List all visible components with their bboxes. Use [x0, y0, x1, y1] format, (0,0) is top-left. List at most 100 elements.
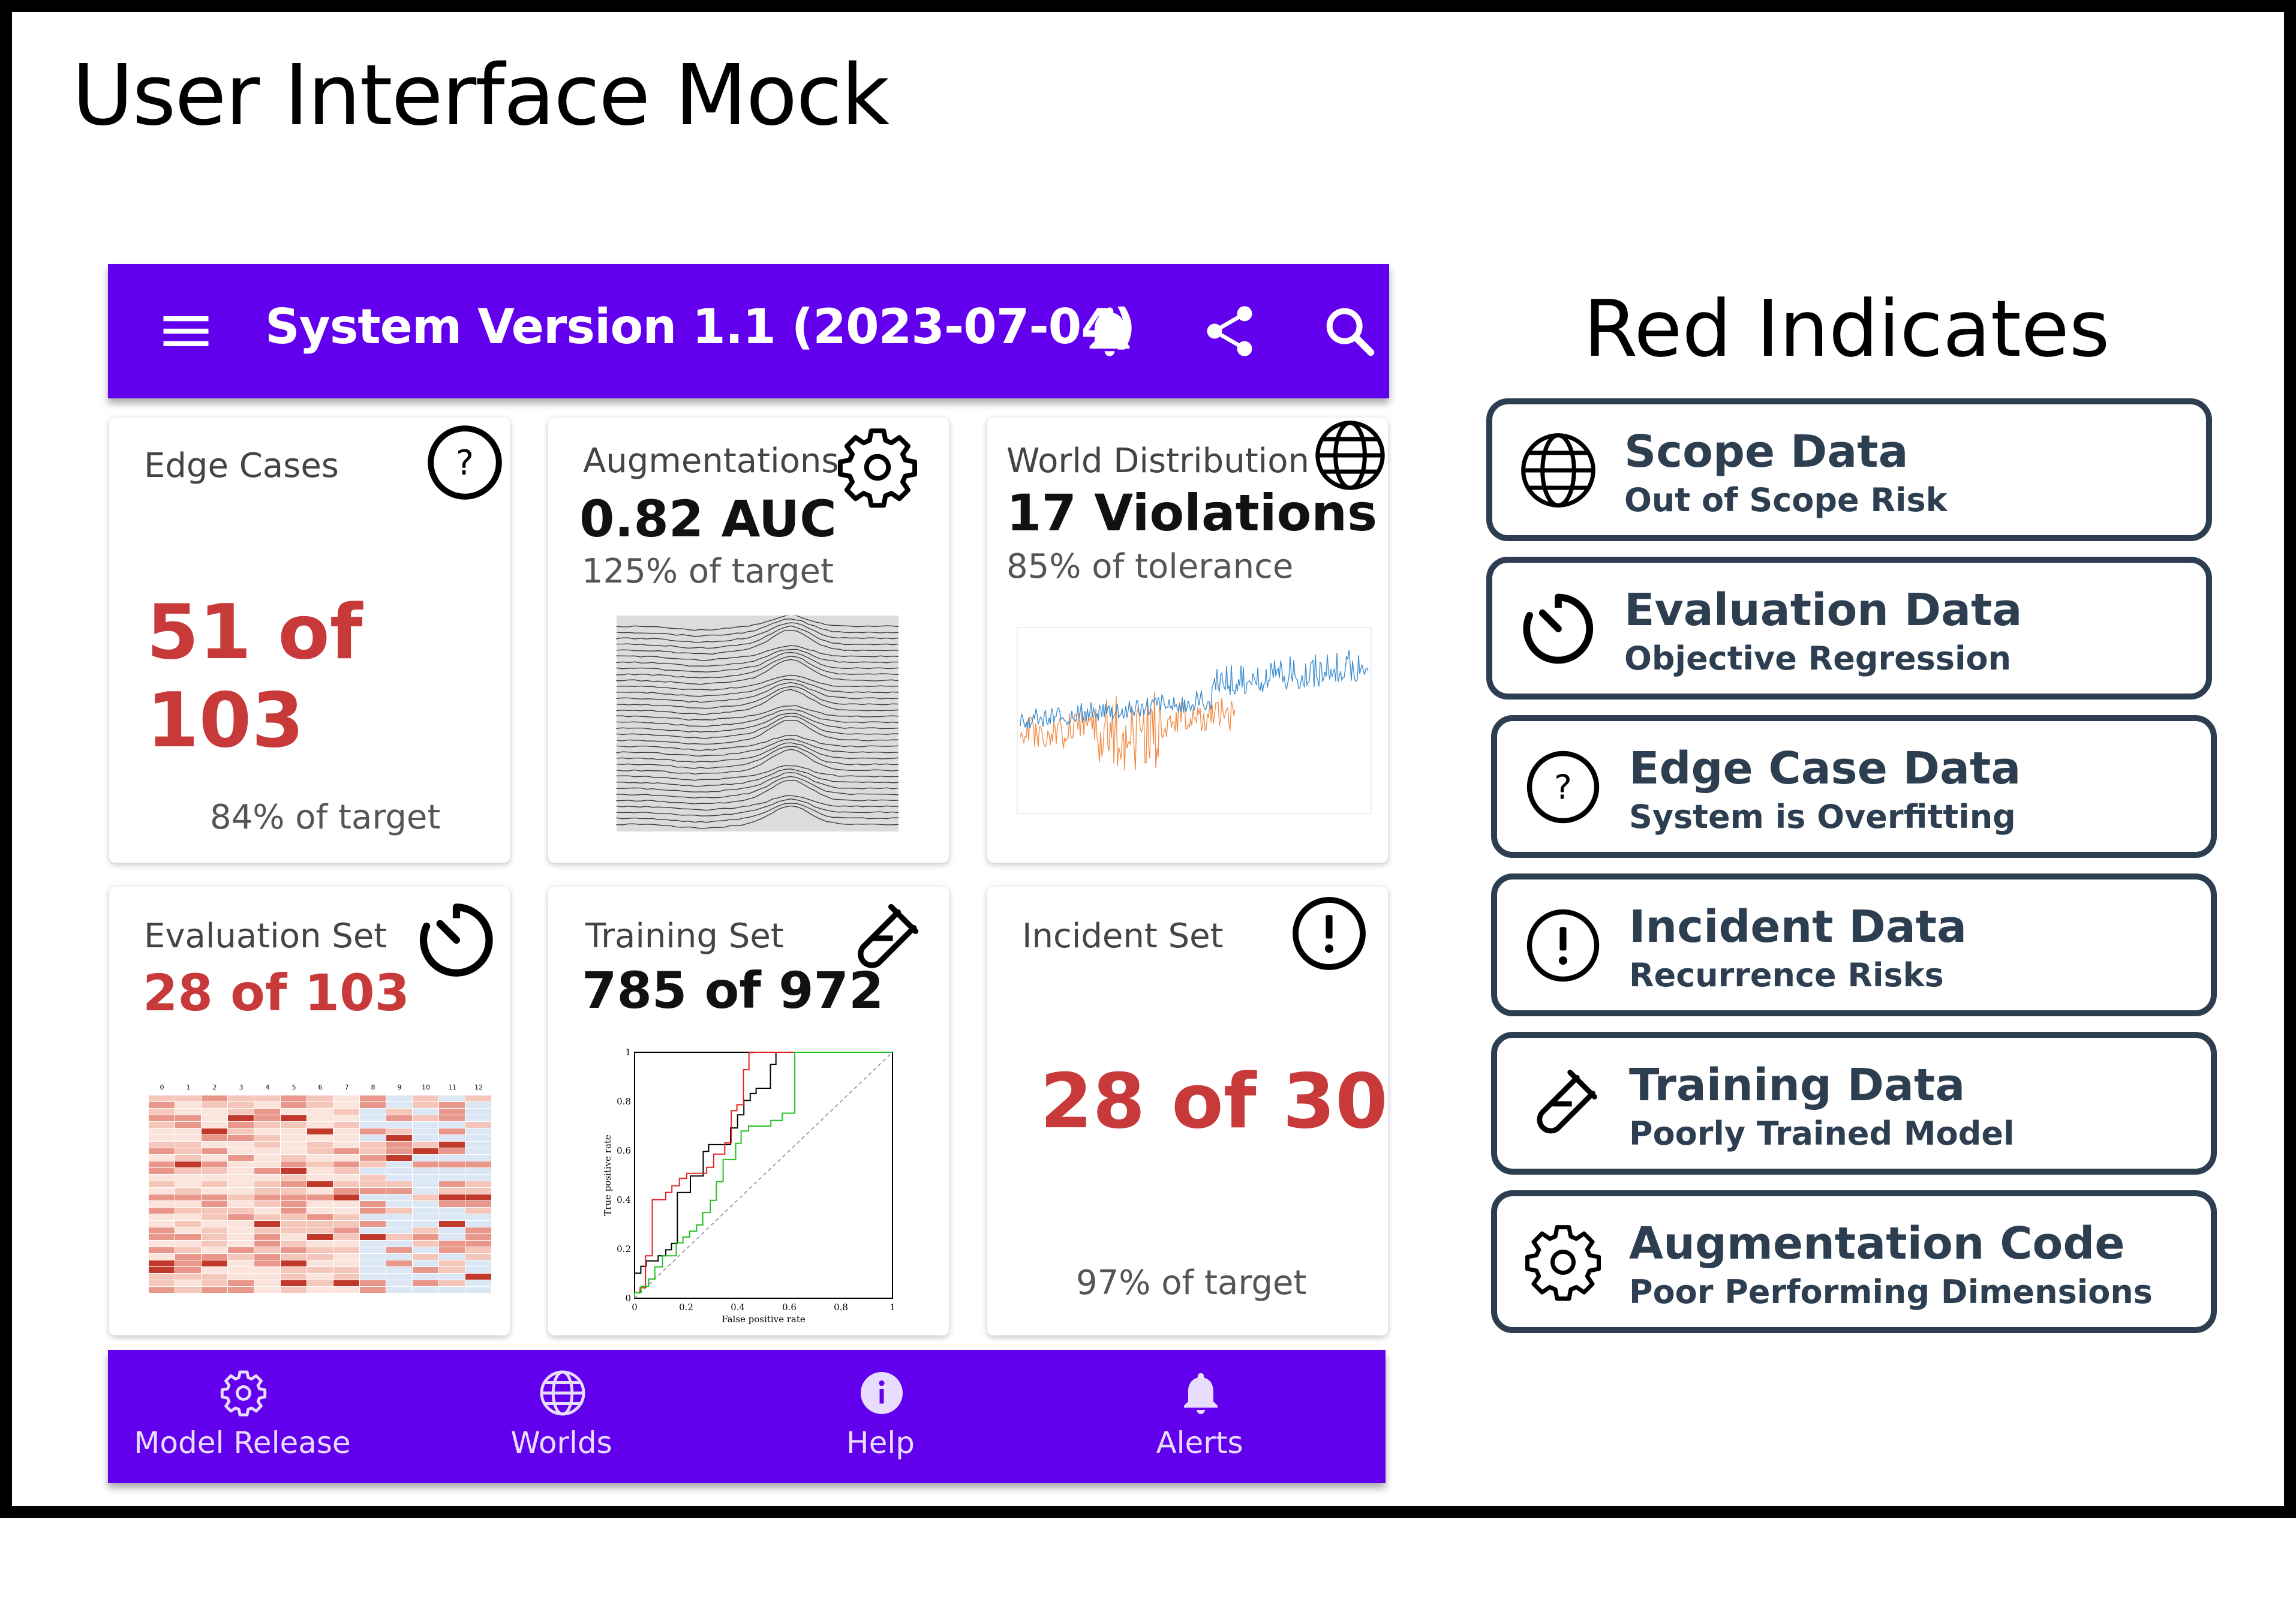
column-label: 11 [448, 1083, 456, 1091]
heatmap-cell [281, 1287, 306, 1293]
heatmap-cell [307, 1115, 333, 1121]
heatmap-cell [307, 1280, 333, 1286]
nav-item-alerts[interactable]: Alerts [1080, 1350, 1320, 1483]
heatmap-cell [254, 1260, 280, 1266]
heatmap-cell [360, 1287, 386, 1293]
test-tube-icon [1537, 1070, 1597, 1134]
heatmap-cell [413, 1201, 438, 1207]
card-label: Augmentations [583, 442, 839, 481]
menu-icon[interactable] [156, 301, 216, 361]
heatmap-cell [465, 1122, 491, 1128]
heatmap-cell [175, 1135, 201, 1141]
heatmap-cell [386, 1181, 412, 1187]
roc-chart: 00 0.2 0.2 0.4 0.4 0.6 0.6 0.8 0.8 1 1 False positi… [602, 1047, 895, 1325]
column-label: 0 [160, 1083, 164, 1091]
heatmap-cell [413, 1115, 438, 1121]
heatmap-cell [307, 1194, 333, 1200]
edge-cases-card[interactable]: Edge Cases ? 51 of 103 84% of target [109, 418, 510, 863]
training-set-card[interactable]: Training Set 785 of 972 0 0 0.2 0.2 0.4 0.4 0.… [548, 887, 949, 1335]
heatmap-cell [307, 1287, 333, 1293]
heatmap-cell [333, 1221, 359, 1227]
heatmap-cell [228, 1122, 254, 1128]
heatmap-cell [439, 1260, 465, 1266]
heatmap-cell [202, 1148, 227, 1154]
heatmap-cell [360, 1168, 386, 1174]
heatmap-cell [149, 1260, 175, 1266]
legend-heading: Incident Data [1629, 901, 1967, 953]
heatmap-cell [228, 1181, 254, 1187]
incident-set-card[interactable]: Incident Set 28 of 30 97% of target [987, 887, 1388, 1335]
heatmap-cell [465, 1175, 491, 1181]
heatmap-cell [333, 1102, 359, 1108]
heatmap-cell [281, 1260, 306, 1266]
heatmap-cell [413, 1287, 438, 1293]
heatmap-cell [386, 1168, 412, 1174]
y-tick-label: 1 [625, 1047, 631, 1058]
heatmap-cell [149, 1122, 175, 1128]
heatmap-cell [413, 1155, 438, 1161]
bell-icon[interactable] [1080, 301, 1140, 361]
world-distribution-card[interactable]: World Distribution 17 Violations 85% of … [987, 418, 1388, 863]
heatmap-cell [281, 1148, 306, 1154]
augmentations-card[interactable]: Augmentations 0.82 AUC 125% of target [548, 418, 949, 863]
heatmap-cell [307, 1142, 333, 1148]
heatmap-cell [307, 1214, 333, 1220]
heatmap-cell [149, 1214, 175, 1220]
heatmap-cell [281, 1234, 306, 1240]
heatmap-cell [333, 1168, 359, 1174]
heatmap-cell [333, 1254, 359, 1260]
heatmap-cell [254, 1135, 280, 1141]
page-title: User Interface Mock [72, 47, 889, 145]
heatmap-cell [281, 1181, 306, 1187]
heatmap-cell [175, 1175, 201, 1181]
heatmap-cell [149, 1280, 175, 1286]
column-label: 8 [371, 1083, 375, 1091]
ridgeline-chart [616, 616, 899, 831]
heatmap-cell [228, 1115, 254, 1121]
heatmap-cell [307, 1247, 333, 1253]
heatmap-cell [333, 1142, 359, 1148]
heatmap-cell [228, 1241, 254, 1247]
heatmap-cell [175, 1241, 201, 1247]
heatmap-cell [202, 1168, 227, 1174]
heatmap-cell [281, 1221, 306, 1227]
heatmap-cell [439, 1128, 465, 1134]
search-icon[interactable] [1320, 301, 1380, 361]
heatmap-cell [386, 1128, 412, 1134]
heatmap-cell [254, 1267, 280, 1273]
heatmap-cell [307, 1227, 333, 1233]
heatmap-cell [465, 1234, 491, 1240]
heatmap-cell [228, 1102, 254, 1108]
heatmap-cell [413, 1122, 438, 1128]
heatmap-cell [386, 1194, 412, 1200]
heatmap-cell [307, 1168, 333, 1174]
heatmap-cell [386, 1234, 412, 1240]
heatmap-cell [149, 1148, 175, 1154]
heatmap-cell [439, 1115, 465, 1121]
heatmap-cell [254, 1247, 280, 1253]
heatmap-cell [439, 1181, 465, 1187]
x-tick-label: 0.2 [679, 1302, 693, 1313]
nav-item-model-release[interactable]: Model Release [122, 1350, 362, 1483]
heatmap-cell [202, 1135, 227, 1141]
heatmap-cell [333, 1155, 359, 1161]
heatmap-cell [149, 1102, 175, 1108]
heatmap-cell [465, 1287, 491, 1293]
heatmap-cell [386, 1221, 412, 1227]
nav-item-worlds[interactable]: Worlds [441, 1350, 681, 1483]
share-icon[interactable] [1200, 301, 1260, 361]
heatmap-cell [228, 1254, 254, 1260]
heatmap-cell [413, 1168, 438, 1174]
heatmap-cell [202, 1109, 227, 1115]
heatmap-cell [228, 1142, 254, 1148]
globe-icon [540, 1370, 585, 1416]
heatmap-cell [175, 1142, 201, 1148]
evaluation-set-card[interactable]: Evaluation Set 28 of 103 0 1 2 3 4 5 6 7 8 9 10 11 1… [109, 887, 510, 1335]
nav-item-help[interactable]: Help [761, 1350, 1000, 1483]
heatmap-cell [465, 1142, 491, 1148]
heatmap-cell [202, 1201, 227, 1207]
heatmap-cell [307, 1274, 333, 1280]
heatmap-cell [175, 1221, 201, 1227]
column-label: 2 [213, 1083, 217, 1091]
gear-icon [220, 1370, 267, 1416]
